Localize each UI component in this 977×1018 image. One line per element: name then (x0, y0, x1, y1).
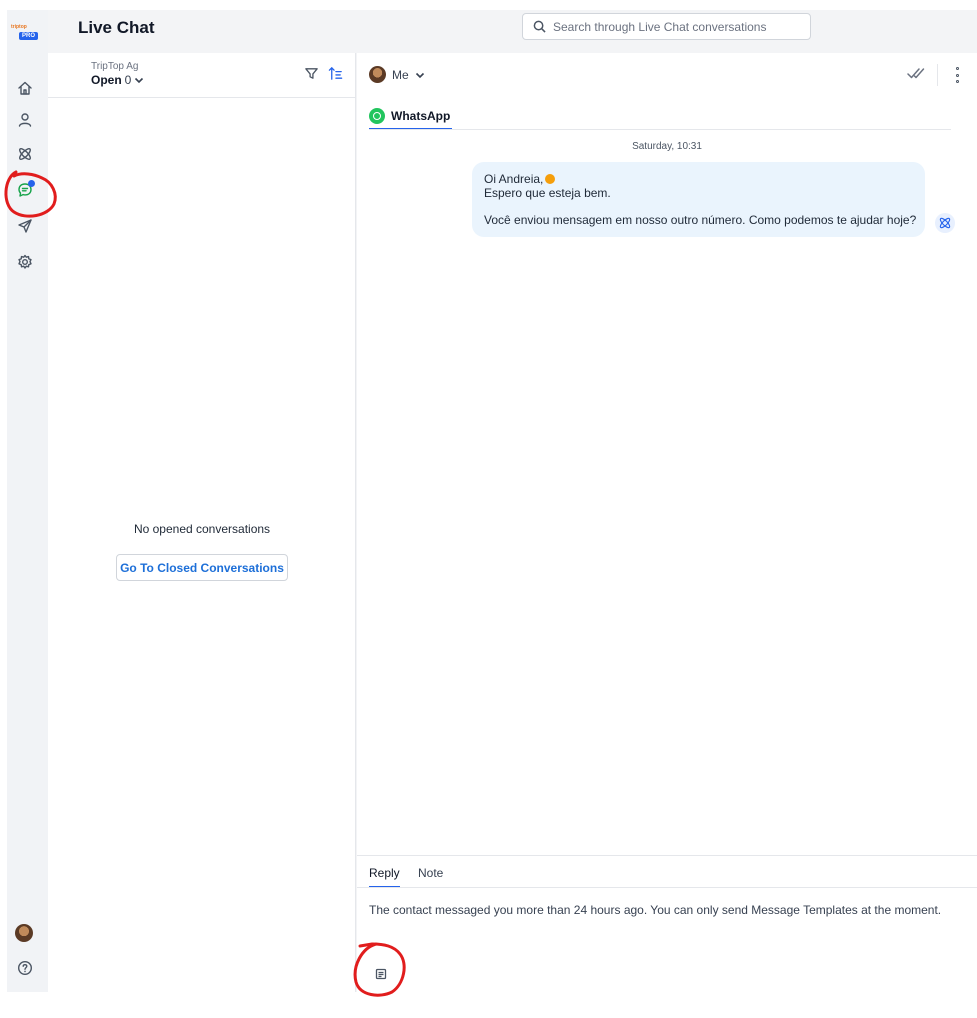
left-rail: triptop PRO (7, 10, 48, 992)
date-separator: Saturday, 10:31 (632, 141, 702, 152)
automation-icon (19, 148, 31, 160)
whatsapp-icon (369, 107, 385, 124)
composer-notice: The contact messaged you more than 24 ho… (369, 903, 942, 917)
more-dot-icon (955, 80, 959, 83)
chat-header: Me (357, 53, 977, 98)
empty-state-text: No opened conversations (133, 522, 271, 536)
assignee-avatar (369, 66, 386, 83)
search-input[interactable] (553, 19, 793, 34)
chevron-down-icon (415, 72, 424, 78)
chevron-down-icon (135, 77, 144, 84)
smile-emoji-icon (545, 174, 556, 184)
nav-contacts[interactable] (15, 110, 35, 130)
more-options-button[interactable] (952, 65, 962, 85)
nav-settings[interactable] (15, 252, 35, 272)
assignee-dropdown[interactable]: Me (369, 66, 425, 83)
more-dot-icon (955, 67, 959, 70)
filter-button[interactable] (304, 66, 320, 82)
message-line: Espero que esteja bem. (484, 186, 611, 200)
settings-icon (18, 254, 32, 269)
logo[interactable]: triptop PRO (11, 24, 43, 46)
nav-automation[interactable] (15, 144, 35, 164)
nav-campaigns[interactable] (15, 216, 35, 236)
search-icon (533, 20, 546, 33)
status-dropdown[interactable]: Open 0 (91, 73, 144, 87)
double-check-icon (907, 68, 925, 79)
tab-divider (369, 129, 951, 130)
app-window: triptop PRO » Live Chat (7, 10, 977, 992)
composer-divider (357, 887, 977, 888)
message-line-text: Oi Andreia, (484, 172, 544, 186)
logo-text: triptop (11, 24, 27, 30)
campaigns-icon (18, 219, 32, 233)
header-divider (937, 64, 938, 86)
help-button[interactable] (15, 958, 35, 978)
user-avatar[interactable] (15, 924, 33, 942)
page-title: Live Chat (78, 18, 155, 37)
top-header: Live Chat (48, 10, 977, 53)
nav-home[interactable] (15, 78, 35, 98)
inbox-name: TripTop Ag (91, 61, 139, 72)
filter-icon (305, 68, 318, 79)
template-icon (375, 968, 387, 980)
status-count: 0 (124, 73, 132, 87)
tab-whatsapp[interactable]: WhatsApp (369, 103, 453, 130)
channel-label: WhatsApp (391, 108, 451, 123)
assignee-name: Me (392, 67, 409, 82)
automation-icon (939, 217, 951, 229)
home-icon (18, 81, 32, 95)
nav-live-chat[interactable] (15, 180, 35, 200)
message-template-button[interactable] (373, 966, 389, 982)
tab-reply[interactable]: Reply (369, 866, 400, 888)
go-to-closed-conversations-button[interactable]: Go To Closed Conversations (116, 554, 288, 581)
sort-button[interactable] (328, 66, 344, 82)
resolve-button[interactable] (907, 66, 927, 84)
contacts-icon (18, 113, 32, 127)
sort-icon (328, 67, 343, 80)
message-bubble: Oi Andreia, Espero que esteja bem. Você … (472, 162, 925, 237)
conversation-list-header: TripTop Ag Open 0 (48, 53, 356, 98)
message-line: Você enviou mensagem em nosso outro núme… (484, 213, 917, 227)
search-box[interactable] (522, 13, 811, 40)
notification-dot (28, 180, 35, 187)
composer: Reply Note The contact messaged you more… (357, 855, 977, 992)
automation-sender-icon (935, 213, 955, 233)
message-line: Oi Andreia, (484, 172, 913, 186)
status-label: Open (91, 73, 122, 87)
more-dot-icon (955, 73, 959, 77)
help-icon (17, 960, 33, 976)
chat-panel: Me WhatsApp Saturday, 10:31 Oi Andreia, … (357, 53, 977, 992)
conversation-list-panel: TripTop Ag Open 0 No opened conversation… (48, 53, 356, 992)
logo-badge: PRO (19, 32, 39, 40)
tab-note[interactable]: Note (418, 866, 443, 886)
